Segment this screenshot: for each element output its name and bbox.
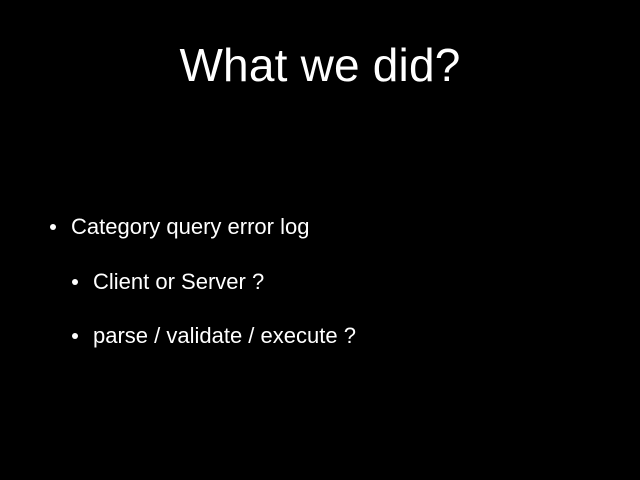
bullet-text: Category query error log	[71, 214, 310, 239]
sub-bullet-text: Client or Server ?	[93, 269, 265, 294]
bullet-point-icon	[72, 333, 78, 339]
slide-title: What we did?	[179, 39, 461, 91]
sub-bullet-item-client-or-server: Client or Server ?	[72, 268, 264, 296]
bullet-item-category-query-error-log: Category query error log	[50, 213, 309, 241]
sub-bullet-text: parse / validate / execute ?	[93, 323, 356, 348]
sub-bullet-item-parse-validate-execute: parse / validate / execute ?	[72, 322, 356, 350]
bullet-point-icon	[72, 279, 78, 285]
presentation-slide: What we did? Category query error log Cl…	[0, 0, 640, 480]
bullet-point-icon	[50, 224, 56, 230]
